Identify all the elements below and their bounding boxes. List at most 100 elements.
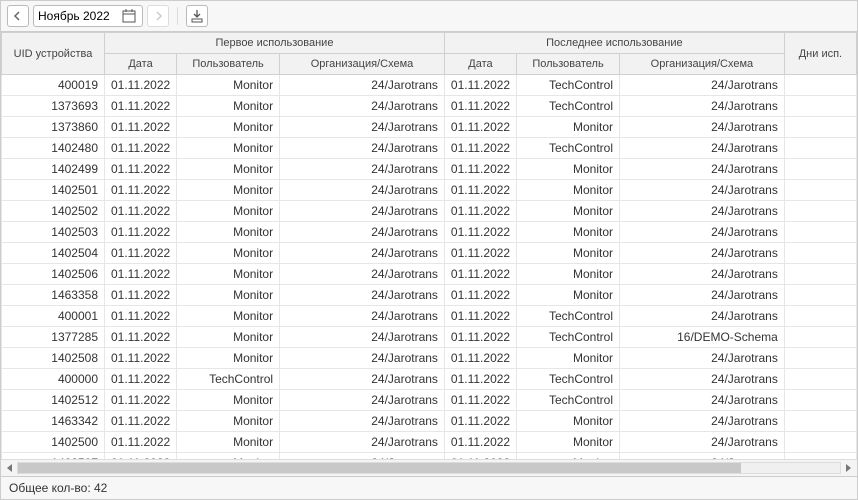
table-row[interactable]: 40001901.11.2022Monitor24/Jarotrans01.11… <box>2 75 857 96</box>
scroll-track[interactable] <box>17 462 841 474</box>
cell-first-org: 24/Jarotrans <box>280 75 445 96</box>
cell-uid: 1463342 <box>2 411 105 432</box>
cell-days <box>784 411 856 432</box>
table-row[interactable]: 140250801.11.2022Monitor24/Jarotrans01.1… <box>2 348 857 369</box>
scroll-right-arrow[interactable] <box>841 461 855 475</box>
cell-uid: 1373860 <box>2 117 105 138</box>
cell-first-org: 24/Jarotrans <box>280 96 445 117</box>
status-bar: Общее кол-во: 42 <box>1 476 857 499</box>
cell-days <box>784 75 856 96</box>
cell-last-date: 01.11.2022 <box>444 390 516 411</box>
cell-days <box>784 159 856 180</box>
header-first-user[interactable]: Пользователь <box>177 54 280 75</box>
cell-first-date: 01.11.2022 <box>105 432 177 453</box>
table-row[interactable]: 140250201.11.2022Monitor24/Jarotrans01.1… <box>2 201 857 222</box>
cell-last-org: 16/DEMO-Schema <box>620 327 785 348</box>
header-uid[interactable]: UID устройства <box>2 33 105 75</box>
cell-uid: 400001 <box>2 306 105 327</box>
cell-last-date: 01.11.2022 <box>444 369 516 390</box>
cell-first-org: 24/Jarotrans <box>280 411 445 432</box>
horizontal-scrollbar[interactable] <box>1 459 857 476</box>
header-days[interactable]: Дни исп. <box>784 33 856 75</box>
cell-first-user: TechControl <box>177 369 280 390</box>
header-last-use[interactable]: Последнее использование <box>444 33 784 54</box>
cell-last-org: 24/Jarotrans <box>620 243 785 264</box>
table-row[interactable]: 140248001.11.2022Monitor24/Jarotrans01.1… <box>2 138 857 159</box>
cell-days <box>784 117 856 138</box>
table-row[interactable]: 40000001.11.2022TechControl24/Jarotrans0… <box>2 369 857 390</box>
cell-first-date: 01.11.2022 <box>105 264 177 285</box>
table-row[interactable]: 140250401.11.2022Monitor24/Jarotrans01.1… <box>2 243 857 264</box>
cell-days <box>784 390 856 411</box>
cell-first-date: 01.11.2022 <box>105 96 177 117</box>
cell-last-user: TechControl <box>517 138 620 159</box>
scroll-thumb[interactable] <box>18 463 741 473</box>
cell-first-org: 24/Jarotrans <box>280 369 445 390</box>
table-row[interactable]: 140250101.11.2022Monitor24/Jarotrans01.1… <box>2 180 857 201</box>
cell-first-date: 01.11.2022 <box>105 159 177 180</box>
cell-days <box>784 243 856 264</box>
cell-last-org: 24/Jarotrans <box>620 201 785 222</box>
header-first-use[interactable]: Первое использование <box>105 33 445 54</box>
table-row[interactable]: 146335801.11.2022Monitor24/Jarotrans01.1… <box>2 285 857 306</box>
cell-last-date: 01.11.2022 <box>444 75 516 96</box>
scroll-left-arrow[interactable] <box>3 461 17 475</box>
nav-next-button[interactable] <box>147 5 169 27</box>
table-row[interactable]: 140251201.11.2022Monitor24/Jarotrans01.1… <box>2 390 857 411</box>
table-row[interactable]: 140250701.11.2022Monitor24/Jarotrans01.1… <box>2 453 857 460</box>
table-row[interactable]: 137728501.11.2022Monitor24/Jarotrans01.1… <box>2 327 857 348</box>
header-last-org[interactable]: Организация/Схема <box>620 54 785 75</box>
header-first-org[interactable]: Организация/Схема <box>280 54 445 75</box>
cell-days <box>784 96 856 117</box>
table-body: 40001901.11.2022Monitor24/Jarotrans01.11… <box>2 75 857 460</box>
cell-first-date: 01.11.2022 <box>105 285 177 306</box>
cell-first-date: 01.11.2022 <box>105 243 177 264</box>
cell-last-user: Monitor <box>517 159 620 180</box>
cell-first-user: Monitor <box>177 327 280 348</box>
cell-uid: 400000 <box>2 369 105 390</box>
cell-last-user: TechControl <box>517 390 620 411</box>
table-row[interactable]: 137386001.11.2022Monitor24/Jarotrans01.1… <box>2 117 857 138</box>
cell-uid: 1402503 <box>2 222 105 243</box>
cell-first-org: 24/Jarotrans <box>280 159 445 180</box>
nav-prev-button[interactable] <box>7 5 29 27</box>
chevron-left-icon <box>13 11 23 21</box>
cell-last-date: 01.11.2022 <box>444 411 516 432</box>
cell-uid: 1402480 <box>2 138 105 159</box>
cell-first-org: 24/Jarotrans <box>280 453 445 460</box>
cell-uid: 1463358 <box>2 285 105 306</box>
table-row[interactable]: 137369301.11.2022Monitor24/Jarotrans01.1… <box>2 96 857 117</box>
header-last-date[interactable]: Дата <box>444 54 516 75</box>
cell-last-user: Monitor <box>517 243 620 264</box>
period-input[interactable]: Ноябрь 2022 <box>33 5 143 27</box>
cell-first-org: 24/Jarotrans <box>280 432 445 453</box>
cell-last-user: TechControl <box>517 75 620 96</box>
cell-days <box>784 369 856 390</box>
cell-last-date: 01.11.2022 <box>444 348 516 369</box>
table-row[interactable]: 140250301.11.2022Monitor24/Jarotrans01.1… <box>2 222 857 243</box>
cell-first-org: 24/Jarotrans <box>280 222 445 243</box>
table-row[interactable]: 140249901.11.2022Monitor24/Jarotrans01.1… <box>2 159 857 180</box>
cell-first-user: Monitor <box>177 453 280 460</box>
cell-first-user: Monitor <box>177 243 280 264</box>
export-button[interactable] <box>186 5 208 27</box>
triangle-left-icon <box>6 464 14 472</box>
cell-days <box>784 138 856 159</box>
cell-last-date: 01.11.2022 <box>444 138 516 159</box>
header-first-date[interactable]: Дата <box>105 54 177 75</box>
cell-first-org: 24/Jarotrans <box>280 180 445 201</box>
cell-first-org: 24/Jarotrans <box>280 348 445 369</box>
cell-first-user: Monitor <box>177 411 280 432</box>
table-row[interactable]: 146334201.11.2022Monitor24/Jarotrans01.1… <box>2 411 857 432</box>
calendar-icon[interactable] <box>120 7 138 25</box>
table-row[interactable]: 140250001.11.2022Monitor24/Jarotrans01.1… <box>2 432 857 453</box>
cell-last-user: Monitor <box>517 180 620 201</box>
cell-first-org: 24/Jarotrans <box>280 243 445 264</box>
cell-last-date: 01.11.2022 <box>444 180 516 201</box>
table-row[interactable]: 140250601.11.2022Monitor24/Jarotrans01.1… <box>2 264 857 285</box>
cell-days <box>784 432 856 453</box>
header-last-user[interactable]: Пользователь <box>517 54 620 75</box>
cell-days <box>784 264 856 285</box>
cell-first-user: Monitor <box>177 96 280 117</box>
table-row[interactable]: 40000101.11.2022Monitor24/Jarotrans01.11… <box>2 306 857 327</box>
